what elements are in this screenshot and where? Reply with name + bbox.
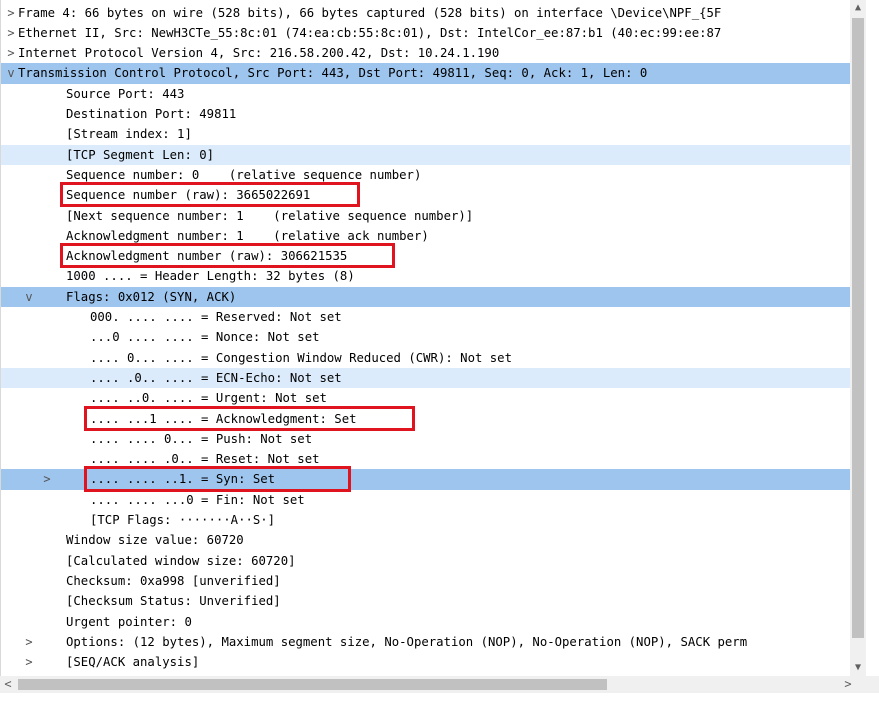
tree-row-label: .... ..0. .... = Urgent: Not set	[90, 391, 327, 406]
vertical-scroll-thumb[interactable]	[852, 18, 864, 638]
tree-row-label: [SEQ/ACK analysis]	[66, 655, 200, 670]
tree-row-label: .... .... 0... = Push: Not set	[90, 431, 313, 446]
tree-row-label: .... 0... .... = Congestion Window Reduc…	[90, 350, 512, 365]
tree-row-label: Flags: 0x012 (SYN, ACK)	[66, 289, 237, 304]
tree-row[interactable]: .... .... .0.. = Reset: Not set	[1, 449, 864, 469]
tree-row-label: .... .... .0.. = Reset: Not set	[90, 452, 320, 467]
tree-row[interactable]: .... .... ...0 = Fin: Not set	[1, 490, 864, 510]
tree-row[interactable]: > Options: (12 bytes), Maximum segment si…	[1, 632, 864, 652]
tree-row-label: [TCP Segment Len: 0]	[66, 147, 215, 162]
tree-row[interactable]: .... ...1 .... = Acknowledgment: Set	[1, 409, 864, 429]
packet-details-tree[interactable]: > Frame 4: 66 bytes on wire (528 bits), 6…	[0, 0, 864, 676]
tree-row-label: Transmission Control Protocol, Src Port:…	[18, 66, 648, 81]
tree-row-label: Window size value: 60720	[66, 533, 244, 548]
tree-row[interactable]: > Ethernet II, Src: NewH3CTe_55:8c:01 (74…	[1, 23, 864, 43]
tree-row-label: Acknowledgment number: 1 (relative ack n…	[66, 228, 429, 243]
chevron-right-icon[interactable]: >	[5, 3, 17, 23]
tree-row[interactable]: Source Port: 443	[1, 84, 864, 104]
tree-row[interactable]: Window size value: 60720	[1, 530, 864, 550]
tree-row[interactable]: .... 0... .... = Congestion Window Reduc…	[1, 348, 864, 368]
tree-row[interactable]: [TCP Segment Len: 0]	[1, 144, 864, 165]
vertical-scrollbar[interactable]: ▲ ▼	[850, 0, 866, 676]
tree-row[interactable]: [Checksum Status: Unverified]	[1, 591, 864, 611]
tree-row-label: [TCP Flags: ·······A··S·]	[90, 513, 276, 527]
tree-row-label: .... .... ..1. = Syn: Set	[90, 472, 276, 487]
tree-row-label: Source Port: 443	[66, 86, 185, 101]
tree-row[interactable]: Urgent pointer: 0	[1, 612, 864, 632]
tree-row[interactable]: > [SEQ/ACK analysis]	[1, 652, 864, 672]
tree-row[interactable]: .... .... 0... = Push: Not set	[1, 429, 864, 449]
tree-row-label: 000. .... .... = Reserved: Not set	[90, 310, 342, 324]
scroll-down-icon[interactable]: ▼	[850, 660, 866, 676]
chevron-right-icon[interactable]: >	[23, 632, 35, 652]
tree-row[interactable]: > .... .... ..1. = Syn: Set	[1, 469, 864, 490]
scroll-right-icon[interactable]: >	[840, 676, 856, 693]
tree-row[interactable]: .... ..0. .... = Urgent: Not set	[1, 388, 864, 408]
tree-row-label: Frame 4: 66 bytes on wire (528 bits), 66…	[18, 5, 722, 20]
tree-row-label: Sequence number (raw): 3665022691	[66, 188, 311, 203]
tree-row-label: Options: (12 bytes), Maximum segment siz…	[66, 634, 748, 649]
tree-row-label: ...0 .... .... = Nonce: Not set	[90, 330, 320, 345]
tree-row-label: Urgent pointer: 0	[66, 614, 192, 629]
tree-row[interactable]: [Next sequence number: 1 (relative seque…	[1, 206, 864, 226]
tree-row-label: Ethernet II, Src: NewH3CTe_55:8c:01 (74:…	[18, 25, 722, 40]
tree-row[interactable]: > Frame 4: 66 bytes on wire (528 bits), 6…	[1, 3, 864, 23]
tree-row[interactable]: Sequence number (raw): 3665022691	[1, 185, 864, 205]
tree-row[interactable]: Checksum: 0xa998 [unverified]	[1, 571, 864, 591]
chevron-down-icon[interactable]: v	[5, 63, 17, 83]
tree-row-label: .... .... ...0 = Fin: Not set	[90, 492, 305, 507]
tree-row-label: Sequence number: 0 (relative sequence nu…	[66, 167, 422, 182]
tree-row[interactable]: Acknowledgment number: 1 (relative ack n…	[1, 226, 864, 246]
tree-row-label: [Stream index: 1]	[66, 127, 192, 142]
tree-row[interactable]: Sequence number: 0 (relative sequence nu…	[1, 165, 864, 185]
tree-row[interactable]: 000. .... .... = Reserved: Not set	[1, 307, 864, 327]
tree-row[interactable]: v Transmission Control Protocol, Src Port…	[1, 63, 864, 84]
tree-row[interactable]: [Stream index: 1]	[1, 124, 864, 144]
tree-row-label: Acknowledgment number (raw): 306621535	[66, 249, 348, 264]
chevron-right-icon[interactable]: >	[5, 43, 17, 63]
tree-row[interactable]: [Calculated window size: 60720]	[1, 551, 864, 571]
scroll-left-icon[interactable]: <	[0, 676, 16, 693]
tree-row[interactable]: > Internet Protocol Version 4, Src: 216.5…	[1, 43, 864, 63]
horizontal-scrollbar[interactable]: < >	[0, 676, 866, 693]
tree-row[interactable]: v Flags: 0x012 (SYN, ACK)	[1, 286, 864, 307]
tree-row[interactable]: [TCP Flags: ·······A··S·]	[1, 510, 864, 530]
chevron-right-icon[interactable]: >	[23, 652, 35, 672]
horizontal-scroll-thumb[interactable]	[18, 679, 607, 690]
tree-row[interactable]: .... .0.. .... = ECN-Echo: Not set	[1, 367, 864, 389]
chevron-right-icon[interactable]: >	[5, 23, 17, 43]
tree-row-label: .... .0.. .... = ECN-Echo: Not set	[90, 370, 342, 385]
tree-row-label: [Next sequence number: 1 (relative seque…	[66, 208, 474, 223]
chevron-down-icon[interactable]: v	[23, 287, 35, 307]
tree-row[interactable]: Destination Port: 49811	[1, 104, 864, 124]
tree-row[interactable]: 1000 .... = Header Length: 32 bytes (8)	[1, 266, 864, 286]
tree-row-label: .... ...1 .... = Acknowledgment: Set	[90, 411, 357, 426]
scroll-up-icon[interactable]: ▲	[850, 0, 866, 16]
tree-row[interactable]: ...0 .... .... = Nonce: Not set	[1, 327, 864, 347]
tree-row-label: Checksum: 0xa998 [unverified]	[66, 573, 281, 588]
tree-row-label: [Checksum Status: Unverified]	[66, 594, 281, 609]
scrollbar-corner	[866, 676, 879, 693]
tree-row-label: Destination Port: 49811	[66, 107, 237, 121]
tree-row[interactable]: Acknowledgment number (raw): 306621535	[1, 246, 864, 266]
chevron-right-icon[interactable]: >	[41, 469, 53, 489]
tree-row-label: [Calculated window size: 60720]	[66, 553, 296, 568]
tree-row-label: 1000 .... = Header Length: 32 bytes (8)	[66, 269, 355, 284]
tree-row-label: Internet Protocol Version 4, Src: 216.58…	[18, 46, 500, 61]
